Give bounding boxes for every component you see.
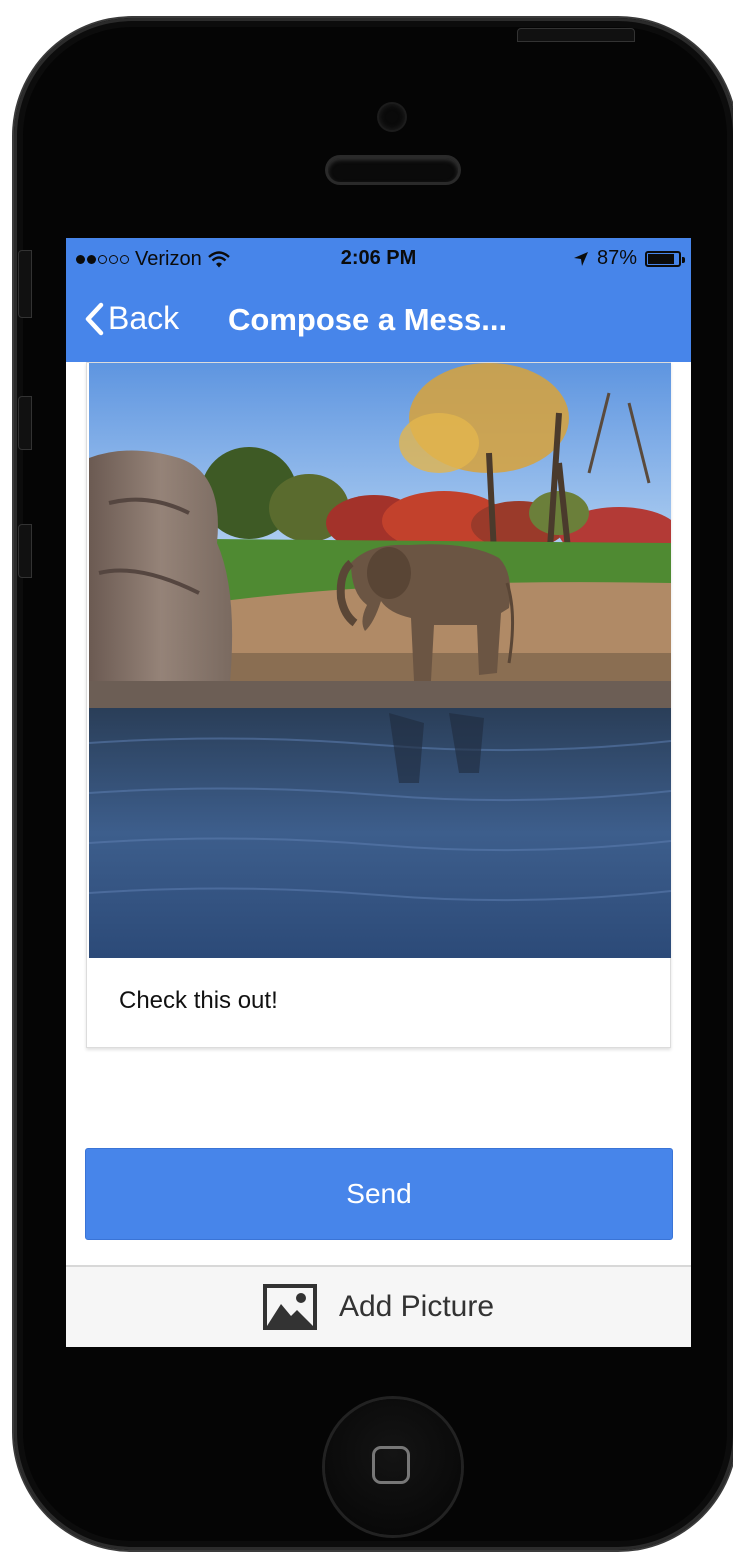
- screen: Verizon 2:06 PM 87% Back Compose a Mess.…: [66, 238, 691, 1347]
- front-camera: [379, 104, 405, 130]
- battery-level: [648, 253, 674, 264]
- earpiece-speaker: [328, 158, 458, 182]
- home-button[interactable]: [325, 1399, 461, 1535]
- message-text[interactable]: Check this out!: [119, 987, 278, 1015]
- back-label: Back: [108, 300, 180, 336]
- back-button[interactable]: Back: [84, 300, 179, 337]
- status-right: 87%: [573, 247, 685, 270]
- volume-down-button: [18, 524, 32, 578]
- attached-photo[interactable]: [89, 363, 671, 958]
- send-button[interactable]: Send: [85, 1148, 673, 1240]
- status-bar: Verizon 2:06 PM 87%: [66, 238, 691, 278]
- message-card: Check this out!: [86, 362, 671, 1048]
- volume-up-button: [18, 396, 32, 450]
- add-picture-label: Add Picture: [338, 1290, 495, 1323]
- image-icon: [262, 1284, 317, 1330]
- home-square-icon: [372, 1446, 410, 1484]
- battery-icon: [645, 250, 685, 267]
- add-picture-button[interactable]: Add Picture: [66, 1265, 691, 1347]
- mute-switch: [18, 250, 32, 318]
- navigation-bar: Back Compose a Mess...: [66, 278, 691, 362]
- back-chevron-icon: [85, 302, 104, 335]
- battery-percent: 87%: [596, 247, 637, 269]
- sleep-button: [517, 28, 635, 42]
- location-arrow-icon: [573, 251, 588, 266]
- elephant-photo-image: [89, 363, 671, 958]
- page-title: Compose a Mess...: [228, 302, 508, 337]
